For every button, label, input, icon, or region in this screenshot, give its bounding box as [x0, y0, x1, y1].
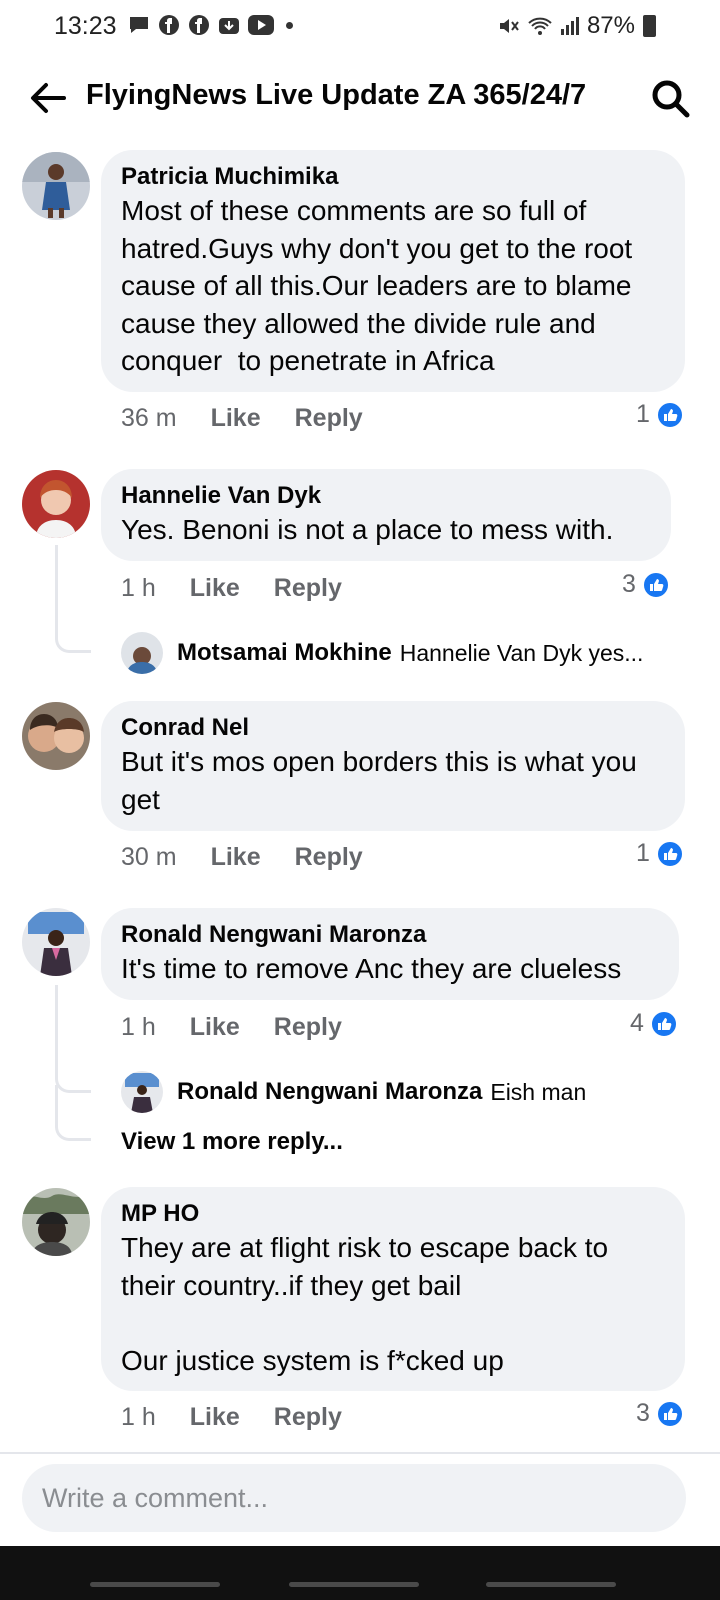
facebook-icon: [159, 15, 179, 35]
comment-author[interactable]: Conrad Nel: [121, 713, 665, 743]
avatar: [121, 632, 163, 674]
back-arrow-icon[interactable]: [26, 78, 70, 118]
signal-icon: [560, 17, 579, 35]
reply-preview[interactable]: Ronald Nengwani Maronza Eish man: [121, 1071, 586, 1113]
like-count[interactable]: 1: [636, 839, 684, 868]
nav-home-handle[interactable]: [289, 1582, 419, 1587]
comment-time[interactable]: 1 h: [121, 574, 156, 603]
comment-author[interactable]: Patricia Muchimika: [121, 162, 665, 192]
comment-text: It's time to remove Anc they are clueles…: [121, 953, 622, 984]
like-count-value: 3: [622, 570, 636, 598]
battery-icon: [643, 15, 656, 37]
reply-snippet: Hannelie Van Dyk yes...: [399, 639, 644, 666]
avatar[interactable]: [22, 470, 90, 538]
search-icon[interactable]: [650, 78, 692, 120]
avatar[interactable]: [22, 908, 90, 976]
like-button[interactable]: Like: [211, 404, 261, 433]
youtube-icon: [248, 15, 274, 35]
navigation-bar: [0, 1546, 720, 1600]
like-count[interactable]: 4: [630, 1009, 678, 1038]
view-more-replies[interactable]: View 1 more reply...: [121, 1128, 343, 1156]
like-count-value: 1: [636, 839, 650, 867]
like-count-value: 4: [630, 1009, 644, 1037]
reply-snippet: Eish man: [490, 1078, 587, 1105]
comment-time[interactable]: 1 h: [121, 1403, 156, 1432]
comment-text: Yes. Benoni is not a place to mess with.: [121, 514, 614, 545]
like-count-value: 3: [636, 1399, 650, 1427]
system-icons: 87%: [497, 12, 656, 40]
like-button[interactable]: Like: [190, 1403, 240, 1432]
page-title: FlyingNews Live Update ZA 365/24/7: [86, 79, 587, 111]
avatar[interactable]: [22, 1188, 90, 1256]
comment-text: Most of these comments are so full of ha…: [121, 195, 640, 376]
like-count[interactable]: 3: [636, 1399, 684, 1428]
comment-composer[interactable]: [22, 1464, 686, 1532]
avatar: [121, 1071, 163, 1113]
facebook-icon: [189, 15, 209, 35]
reply-author: Ronald Nengwani Maronza: [177, 1078, 483, 1105]
message-icon: [130, 17, 148, 33]
like-button[interactable]: Like: [211, 843, 261, 872]
comment-actions: 1 h Like Reply: [121, 1403, 342, 1432]
comment-bubble: Conrad Nel But it's mos open borders thi…: [101, 701, 685, 831]
comment-bubble: MP HO They are at flight risk to escape …: [101, 1187, 685, 1391]
comment-time[interactable]: 1 h: [121, 1013, 156, 1042]
thumbs-up-icon: [655, 839, 684, 868]
download-icon: [219, 18, 239, 34]
like-button[interactable]: Like: [190, 1013, 240, 1042]
comment-bubble: Hannelie Van Dyk Yes. Benoni is not a pl…: [101, 469, 671, 561]
thumbs-up-icon: [655, 1399, 684, 1428]
comment-input[interactable]: [22, 1464, 686, 1532]
thread-line: [55, 1085, 91, 1141]
status-time: 13:23: [54, 12, 117, 40]
nav-recents-handle[interactable]: [90, 1582, 220, 1587]
comment-actions: 36 m Like Reply: [121, 404, 363, 433]
thread-line: [55, 545, 91, 653]
comment-bubble: Ronald Nengwani Maronza It's time to rem…: [101, 908, 679, 1000]
notification-icons: [128, 14, 293, 36]
like-button[interactable]: Like: [190, 574, 240, 603]
reply-button[interactable]: Reply: [295, 843, 363, 872]
comment-actions: 1 h Like Reply: [121, 574, 342, 603]
status-bar: 13:23 87%: [0, 0, 720, 54]
like-count[interactable]: 3: [622, 570, 670, 599]
thumbs-up-icon: [649, 1009, 678, 1038]
mute-icon: [499, 19, 519, 33]
reply-button[interactable]: Reply: [274, 1013, 342, 1042]
header: FlyingNews Live Update ZA 365/24/7: [0, 66, 720, 130]
comment-author[interactable]: MP HO: [121, 1199, 665, 1229]
nav-back-handle[interactable]: [486, 1582, 616, 1587]
comment-actions: 1 h Like Reply: [121, 1013, 342, 1042]
reply-button[interactable]: Reply: [295, 404, 363, 433]
like-count-value: 1: [636, 400, 650, 428]
comment-author[interactable]: Ronald Nengwani Maronza: [121, 920, 659, 950]
comment-bubble: Patricia Muchimika Most of these comment…: [101, 150, 685, 392]
reply-button[interactable]: Reply: [274, 574, 342, 603]
comment-text: But it's mos open borders this is what y…: [121, 746, 645, 815]
reply-button[interactable]: Reply: [274, 1403, 342, 1432]
wifi-icon: [528, 17, 552, 35]
reply-preview[interactable]: Motsamai Mokhine Hannelie Van Dyk yes...: [121, 632, 643, 674]
comment-time[interactable]: 36 m: [121, 404, 177, 433]
thread-line: [55, 985, 91, 1093]
dot-icon: [286, 21, 293, 29]
comment-actions: 30 m Like Reply: [121, 843, 363, 872]
thumbs-up-icon: [641, 570, 670, 599]
comment-text: They are at flight risk to escape back t…: [121, 1232, 609, 1376]
battery-percent: 87%: [586, 12, 635, 39]
thumbs-up-icon: [655, 400, 684, 429]
divider: [0, 1452, 720, 1454]
comment-author[interactable]: Hannelie Van Dyk: [121, 481, 651, 511]
like-count[interactable]: 1: [636, 400, 684, 429]
reply-author: Motsamai Mokhine: [177, 639, 392, 666]
avatar[interactable]: [22, 702, 90, 770]
comment-time[interactable]: 30 m: [121, 843, 177, 872]
avatar[interactable]: [22, 152, 90, 220]
